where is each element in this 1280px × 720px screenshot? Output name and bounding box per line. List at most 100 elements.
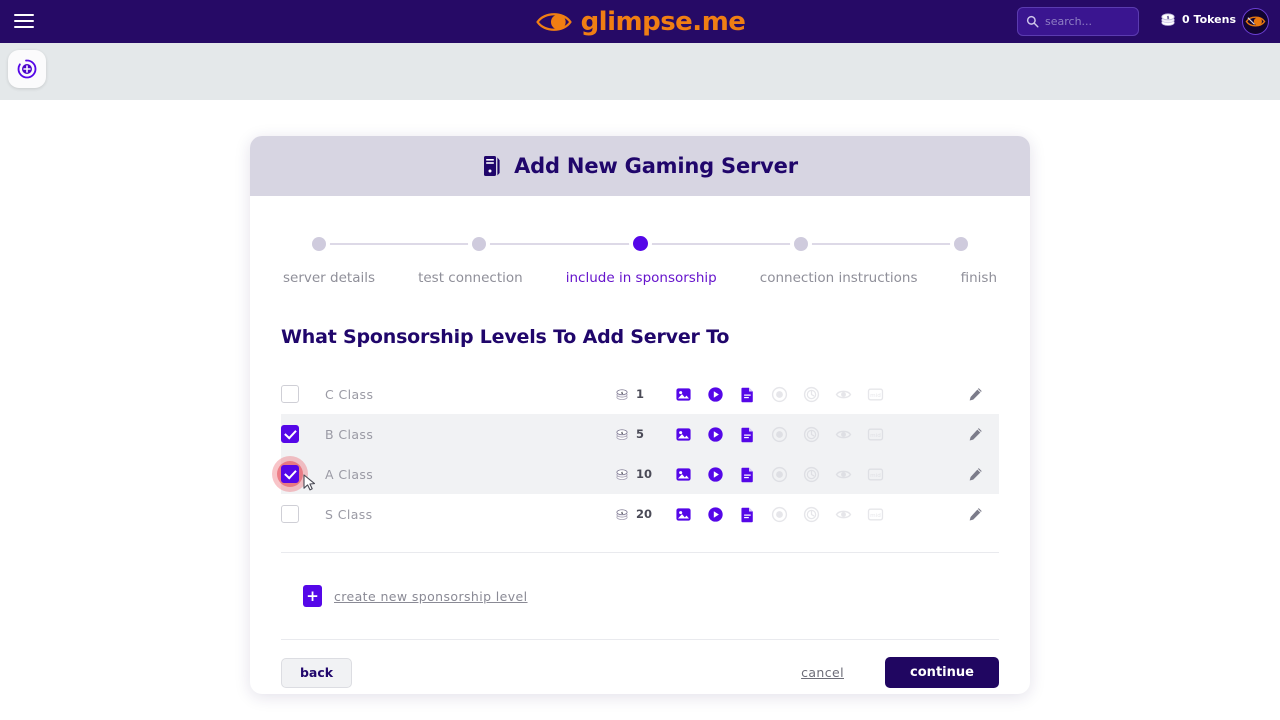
svg-text:mid: mid [870,392,881,398]
pencil-icon [969,427,982,441]
level-cost-value: 1 [636,387,645,401]
audio-clock-icon[interactable] [803,426,820,443]
plus-icon[interactable]: + [303,585,322,607]
document-icon[interactable] [739,466,756,483]
document-icon[interactable] [739,426,756,443]
level-feature-icons: mid [675,386,951,403]
edit-level-button[interactable] [951,426,999,443]
video-play-icon[interactable] [707,466,724,483]
back-button[interactable]: back [281,657,352,688]
eye-view-icon[interactable] [835,466,852,483]
token-count-label: 0 Tokens [1182,13,1236,26]
coin-stack-icon: $ [616,388,628,400]
coin-stack-icon: $ [616,428,628,440]
stepper-dot-include-in-sponsorship[interactable] [632,236,648,251]
image-icon[interactable] [675,426,692,443]
audio-record-icon[interactable] [771,466,788,483]
image-icon[interactable] [675,386,692,403]
stepper-dot-test-connection[interactable] [472,237,487,251]
coin-stack-icon: $ [616,508,628,520]
mouse-cursor [303,474,316,491]
document-icon[interactable] [739,386,756,403]
video-play-icon[interactable] [707,386,724,403]
midi-icon[interactable]: mid [867,426,884,443]
audio-record-icon[interactable] [771,426,788,443]
token-balance[interactable]: $ 0 Tokens [1160,12,1236,27]
stepper-dots [281,232,999,251]
level-checkbox-cell [281,505,325,523]
level-cost-value: 10 [636,467,653,481]
level-checkbox[interactable] [281,505,299,523]
cancel-link[interactable]: cancel [801,665,844,680]
user-avatar-eye-icon [1245,16,1266,27]
level-cost: $1 [615,387,675,401]
audio-clock-icon[interactable] [803,466,820,483]
wizard-stepper [281,232,999,256]
step-label-include-in-sponsorship[interactable]: include in sponsorship [566,270,717,286]
hamburger-menu-icon[interactable] [14,11,34,31]
level-checkbox-cell [281,425,325,443]
level-cost-value: 20 [636,507,653,521]
pencil-icon [969,507,982,521]
video-play-icon[interactable] [707,426,724,443]
step-label-server-details[interactable]: server details [283,270,375,286]
level-checkbox[interactable] [281,425,299,443]
image-icon[interactable] [675,506,692,523]
eye-view-icon[interactable] [835,386,852,403]
document-icon[interactable] [739,506,756,523]
audio-record-icon[interactable] [771,386,788,403]
search-box[interactable] [1017,7,1139,36]
search-input[interactable] [1045,15,1133,28]
midi-icon[interactable]: mid [867,466,884,483]
step-label-finish[interactable]: finish [961,270,997,286]
image-icon[interactable] [675,466,692,483]
level-cost: $5 [615,427,675,441]
audio-record-icon[interactable] [771,506,788,523]
eye-view-icon[interactable] [835,506,852,523]
level-checkbox[interactable] [281,385,299,403]
table-row[interactable]: A Class $10 mid [272,454,999,494]
modal-footer: back cancel continue [281,657,999,688]
level-name: B Class [325,426,374,442]
edit-level-button[interactable] [951,506,999,523]
create-sponsorship-level-link[interactable]: create new sponsorship level [334,589,528,604]
user-avatar[interactable] [1242,8,1269,35]
table-row[interactable]: S Class $20 mid [281,494,999,534]
edit-level-button[interactable] [951,386,999,403]
svg-text:mid: mid [870,512,881,518]
audio-clock-icon[interactable] [803,386,820,403]
level-feature-icons: mid [675,466,951,483]
level-cost: $10 [615,467,675,481]
modal-header: Add New Gaming Server [250,136,1030,196]
level-checkbox[interactable] [281,465,299,483]
svg-text:$: $ [1167,15,1170,20]
step-label-connection-instructions[interactable]: connection instructions [760,270,918,286]
video-play-icon[interactable] [707,506,724,523]
table-row[interactable]: C Class $1 mid [281,374,999,414]
brand-name: glimpse.me [580,6,746,37]
stepper-dot-server-details[interactable] [312,237,326,251]
svg-text:mid: mid [870,432,881,438]
modal-body: server details test connection include i… [250,232,1030,688]
table-row[interactable]: B Class $5 mid [281,414,999,454]
midi-icon[interactable]: mid [867,386,884,403]
sponsorship-levels-table: C Class $1 mid B Class $5 mid A Class $1… [272,374,999,534]
level-cost: $20 [615,507,675,521]
add-circle-icon [17,59,37,79]
audio-clock-icon[interactable] [803,506,820,523]
modal-title: Add New Gaming Server [514,154,798,178]
level-name: C Class [325,386,374,402]
step-label-test-connection[interactable]: test connection [418,270,523,286]
coin-stack-icon: $ [1161,13,1175,26]
edit-level-button[interactable] [951,466,999,483]
stepper-dot-finish[interactable] [954,237,968,251]
midi-icon[interactable]: mid [867,506,884,523]
create-sponsorship-level-row[interactable]: + create new sponsorship level [281,585,999,607]
level-cost-value: 5 [636,427,645,441]
stepper-dot-connection-instructions[interactable] [793,237,808,251]
pencil-icon [969,467,982,481]
eye-view-icon[interactable] [835,426,852,443]
continue-button[interactable]: continue [885,657,999,688]
coin-stack-icon: $ [616,468,628,480]
add-server-fab-button[interactable] [8,50,46,88]
